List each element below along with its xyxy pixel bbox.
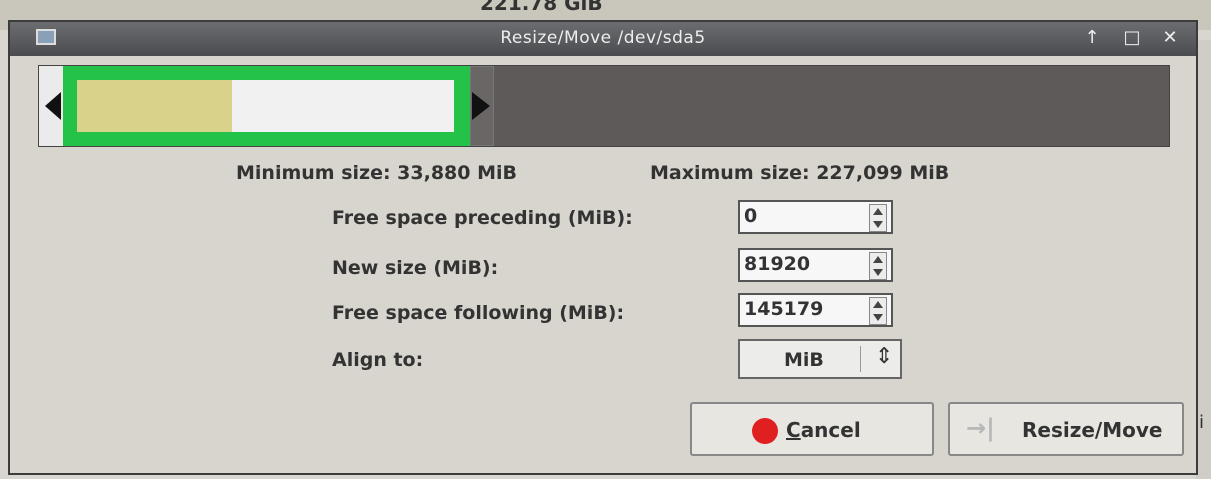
free-following-value[interactable]: 145179 [744, 298, 823, 320]
cancel-label: Cancel [786, 418, 861, 442]
spinner-arrows-icon[interactable] [869, 252, 887, 280]
partition-fill [77, 80, 454, 132]
free-following-label: Free space following (MiB): [332, 302, 625, 324]
title-bar[interactable]: Resize/Move /dev/sda5 ↑ □ ✕ [10, 22, 1196, 56]
spinner-arrows-icon[interactable] [869, 204, 887, 232]
partition-resize-area[interactable] [38, 65, 1170, 147]
resize-move-button[interactable]: →| Resize/Move [948, 402, 1184, 456]
keep-above-button[interactable]: ↑ [1080, 27, 1104, 49]
up-down-arrow-icon: ⇕ [875, 344, 894, 369]
resize-move-dialog: Resize/Move /dev/sda5 ↑ □ ✕ Minimum size… [8, 20, 1198, 475]
spinner-arrows-icon[interactable] [869, 297, 887, 325]
stop-icon [752, 418, 778, 444]
new-size-spinner[interactable]: 81920 [738, 248, 893, 282]
background-text: i [1199, 412, 1205, 433]
new-size-label: New size (MiB): [332, 257, 499, 279]
free-preceding-spinner[interactable]: 0 [738, 200, 893, 234]
combo-separator [860, 346, 861, 372]
maximize-button[interactable]: □ [1120, 27, 1144, 49]
left-resize-handle[interactable] [45, 92, 61, 120]
align-to-value: MiB [784, 349, 824, 371]
minimum-size-label: Minimum size: 33,880 MiB [236, 162, 518, 184]
new-size-value[interactable]: 81920 [744, 253, 810, 275]
close-button[interactable]: ✕ [1158, 27, 1182, 49]
window-title: Resize/Move /dev/sda5 [500, 28, 706, 48]
maximum-size-label: Maximum size: 227,099 MiB [650, 162, 950, 184]
resize-move-icon: →| [966, 414, 995, 442]
free-preceding-value[interactable]: 0 [744, 205, 757, 227]
resize-move-label: Resize/Move [1022, 418, 1163, 442]
cancel-button[interactable]: Cancel [690, 402, 934, 456]
free-preceding-label: Free space preceding (MiB): [332, 207, 633, 229]
background-partition-size: 221.78 GiB [480, 0, 603, 15]
used-space [77, 80, 232, 132]
free-following-spinner[interactable]: 145179 [738, 293, 893, 327]
right-resize-handle[interactable] [472, 92, 490, 120]
align-to-combo[interactable]: MiB ⇕ [738, 339, 902, 379]
align-to-label: Align to: [332, 349, 424, 371]
